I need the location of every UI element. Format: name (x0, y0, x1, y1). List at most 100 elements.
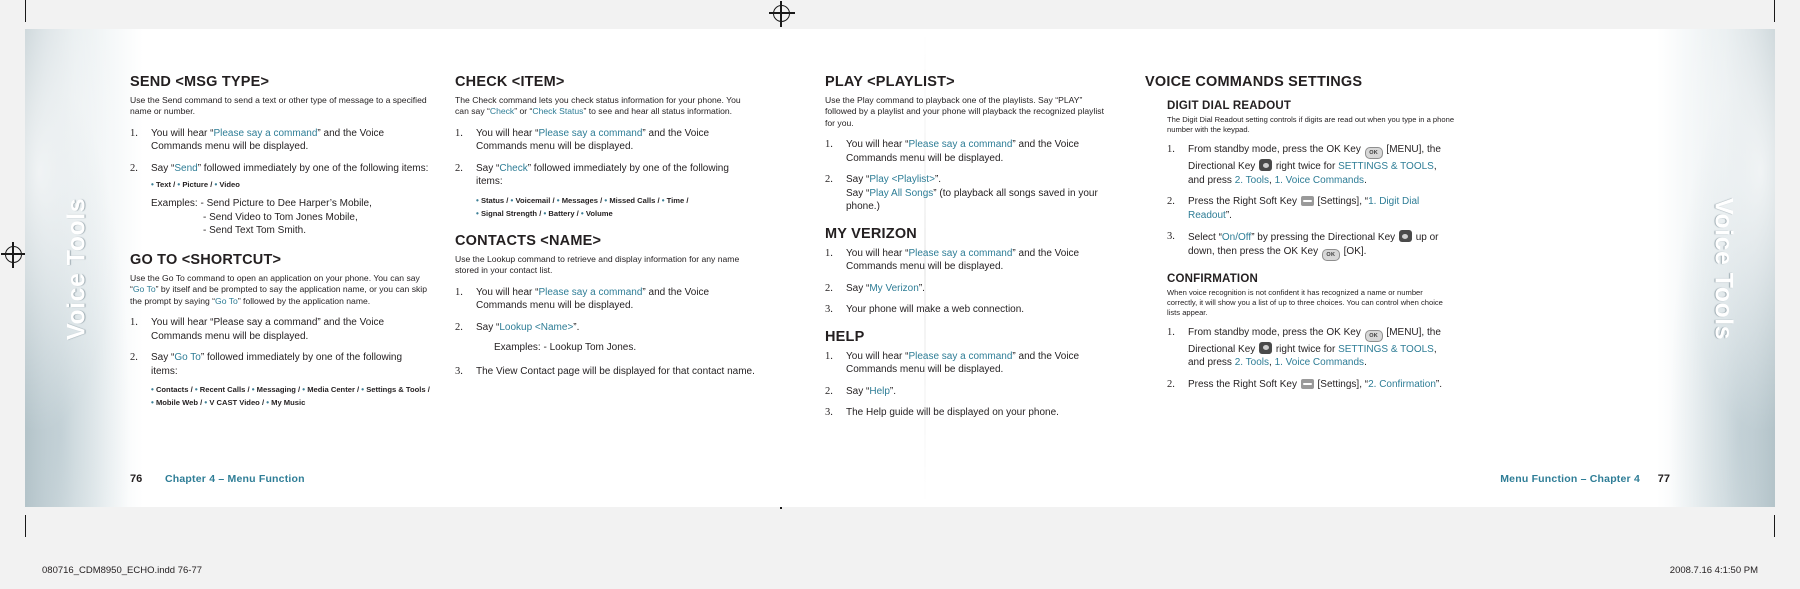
running-head-right: Menu Function – Chapter 4 (1500, 473, 1640, 485)
crop-mark (1774, 0, 1775, 22)
page-sheet: Voice Tools Voice Tools SEND <MSG TYPE> … (25, 29, 1775, 507)
bullet-item: V CAST Video (209, 398, 260, 408)
nav-key-icon (1398, 230, 1412, 242)
step-text-highlight: Play <Playlist> (869, 174, 935, 186)
bullet-item: Video (219, 180, 240, 190)
step-text-highlight: Please say a command (538, 127, 643, 139)
step-number: 1. (1167, 326, 1175, 338)
step-number: 1. (825, 350, 833, 362)
example-line: - Send Video to Tom Jones Mobile, (203, 211, 358, 223)
step-text-highlight: Lookup <Name> (499, 321, 574, 333)
step-number: 2. (1167, 378, 1175, 390)
crop-mark (1774, 515, 1775, 537)
registration-mark-top (769, 1, 795, 27)
section-heading-play: PLAY <PLAYLIST> (825, 74, 955, 90)
step-item: 3. Select “On/Off” by pressing the Direc… (1167, 230, 1455, 261)
step-text: The View Contact page will be displayed … (476, 365, 755, 377)
bullet-list-msg-types: • Text / • Picture / • Video (151, 180, 240, 190)
step-text-highlight: 1. Voice Commands (1274, 357, 1365, 368)
step-text-b: ”. (573, 321, 580, 333)
step-number: 2. (1167, 196, 1175, 207)
step-text-highlight: 2. Tools (1234, 357, 1269, 368)
step-number: 2. (455, 321, 463, 333)
bullet-item: Messages (561, 195, 598, 205)
step-text-c: ”. (1225, 209, 1232, 221)
examples-contacts: Examples: - Lookup Tom Jones. (494, 342, 637, 354)
column-3: PLAY <PLAYLIST> Use the Play command to … (825, 74, 1115, 428)
step-text-highlight: Help (869, 385, 890, 397)
running-head-left: Chapter 4 – Menu Function (165, 473, 305, 485)
side-tab-left: Voice Tools (62, 197, 91, 341)
step-text-highlight: Please say a command (213, 127, 318, 139)
example-line: - Send Picture to Dee Harper’s Mobile, (200, 198, 372, 210)
step-text-a: Say “ (151, 352, 175, 364)
step-text-a: You will hear “ (476, 127, 539, 139)
step-number: 2. (825, 385, 833, 397)
step-text-c: ”. (1435, 378, 1443, 390)
step-text-b: ”. (889, 385, 897, 397)
step-text-a: Say “ (846, 385, 870, 397)
steps-play: 1. You will hear “Please say a command” … (825, 138, 1115, 214)
steps-contacts: 1. You will hear “Please say a command” … (455, 286, 755, 379)
step-text-highlight: 2. Confirmation (1368, 378, 1436, 390)
bullet-item: Time (666, 195, 685, 205)
bullet-list-check-row1: • Status / • Voicemail / • Messages / • … (476, 195, 689, 205)
step-item: 2. Say “My Verizon”. (825, 282, 1115, 296)
step-text-highlight: Please say a command (908, 247, 1013, 259)
step-text-line2: Say “Play All Songs” (to playback all so… (846, 187, 1098, 213)
section-intro-goto: Use the Go To command to open an applica… (130, 272, 427, 306)
column-1: SEND <MSG TYPE> Use the Send command to … (130, 74, 430, 416)
step-text-a: From standby mode, press the OK Key (1188, 144, 1361, 155)
step-number: 1. (130, 317, 138, 329)
step-item: 2. Say “Send” followed immediately by on… (130, 162, 430, 238)
step-text-a: You will hear “ (846, 247, 909, 259)
section-heading-goto: GO TO <SHORTCUT> (130, 251, 282, 268)
step-item: 1. From standby mode, press the OK Key O… (1167, 143, 1455, 187)
step-text-a: You will hear “ (846, 350, 909, 362)
step-text-a: You will hear “ (151, 127, 214, 139)
column-2: CHECK <ITEM> The Check command lets you … (455, 74, 755, 386)
bullet-item: Mobile Web (155, 398, 198, 408)
nav-key-icon (1259, 159, 1273, 171)
step-text-highlight: Go To (174, 352, 201, 364)
section-heading-contacts: CONTACTS <NAME> (455, 232, 602, 249)
step-item: 2. Say “Lookup <Name>”. Examples: - Look… (455, 321, 755, 355)
file-meta-left: 080716_CDM8950_ECHO.indd 76-77 (42, 565, 203, 576)
step-text-d: [OK]. (1343, 245, 1367, 257)
subsection-heading-confirmation: CONFIRMATION (1167, 272, 1258, 285)
step-number: 2. (825, 174, 833, 186)
page-spread: Voice Tools Voice Tools SEND <MSG TYPE> … (0, 0, 1800, 589)
step-item: 1. You will hear “Please say a command” … (455, 286, 755, 313)
step-number: 1. (825, 139, 833, 151)
step-text-highlight: 2. Tools (1234, 174, 1269, 186)
steps-help: 1. You will hear “Please say a command” … (825, 350, 1115, 420)
ok-key-icon: OK (1321, 248, 1340, 261)
ok-key-icon: OK (1364, 329, 1383, 342)
step-text-b: ”. (934, 174, 942, 186)
bullet-item: Missed Calls (609, 195, 656, 205)
step-number: 1. (825, 247, 833, 259)
crop-mark (25, 0, 26, 22)
section-intro-contacts: Use the Lookup command to retrieve and d… (455, 253, 740, 276)
step-number: 3. (455, 365, 463, 377)
step-item: 2. Say “Play <Playlist>”. Say “Play All … (825, 173, 1115, 214)
soft-key-icon (1300, 196, 1314, 206)
step-text-b: ” by pressing the Directional Key (1251, 232, 1396, 243)
step-text-a: Say “ (846, 174, 870, 186)
step-item: 2. Say “Check” followed immediately by o… (455, 162, 755, 219)
steps-myverizon: 1. You will hear “Please say a command” … (825, 247, 1115, 317)
step-text-highlight: 1. Voice Commands (1274, 174, 1365, 186)
step-text-highlight: SETTINGS & TOOLS (1338, 343, 1434, 355)
step-item: 1. You will hear “Please say a command” … (130, 316, 430, 343)
step-text: The Help guide will be displayed on your… (846, 407, 1059, 419)
step-item: 2. Say “Help”. (825, 385, 1115, 399)
step-number: 3. (825, 407, 833, 419)
bullet-list-shortcuts-row2: • Mobile Web / • V CAST Video / • My Mus… (151, 398, 306, 408)
section-heading-send: SEND <MSG TYPE> (130, 74, 270, 90)
step-text-a: You will hear “ (846, 139, 909, 151)
bullet-list-check-row2: • Signal Strength / • Battery / • Volume (476, 208, 613, 218)
registration-mark-left (1, 242, 27, 268)
step-text-highlight: Please say a command (908, 139, 1013, 151)
step-item: 3. Your phone will make a web connection… (825, 303, 1115, 317)
step-text-a: Say “ (476, 321, 500, 333)
